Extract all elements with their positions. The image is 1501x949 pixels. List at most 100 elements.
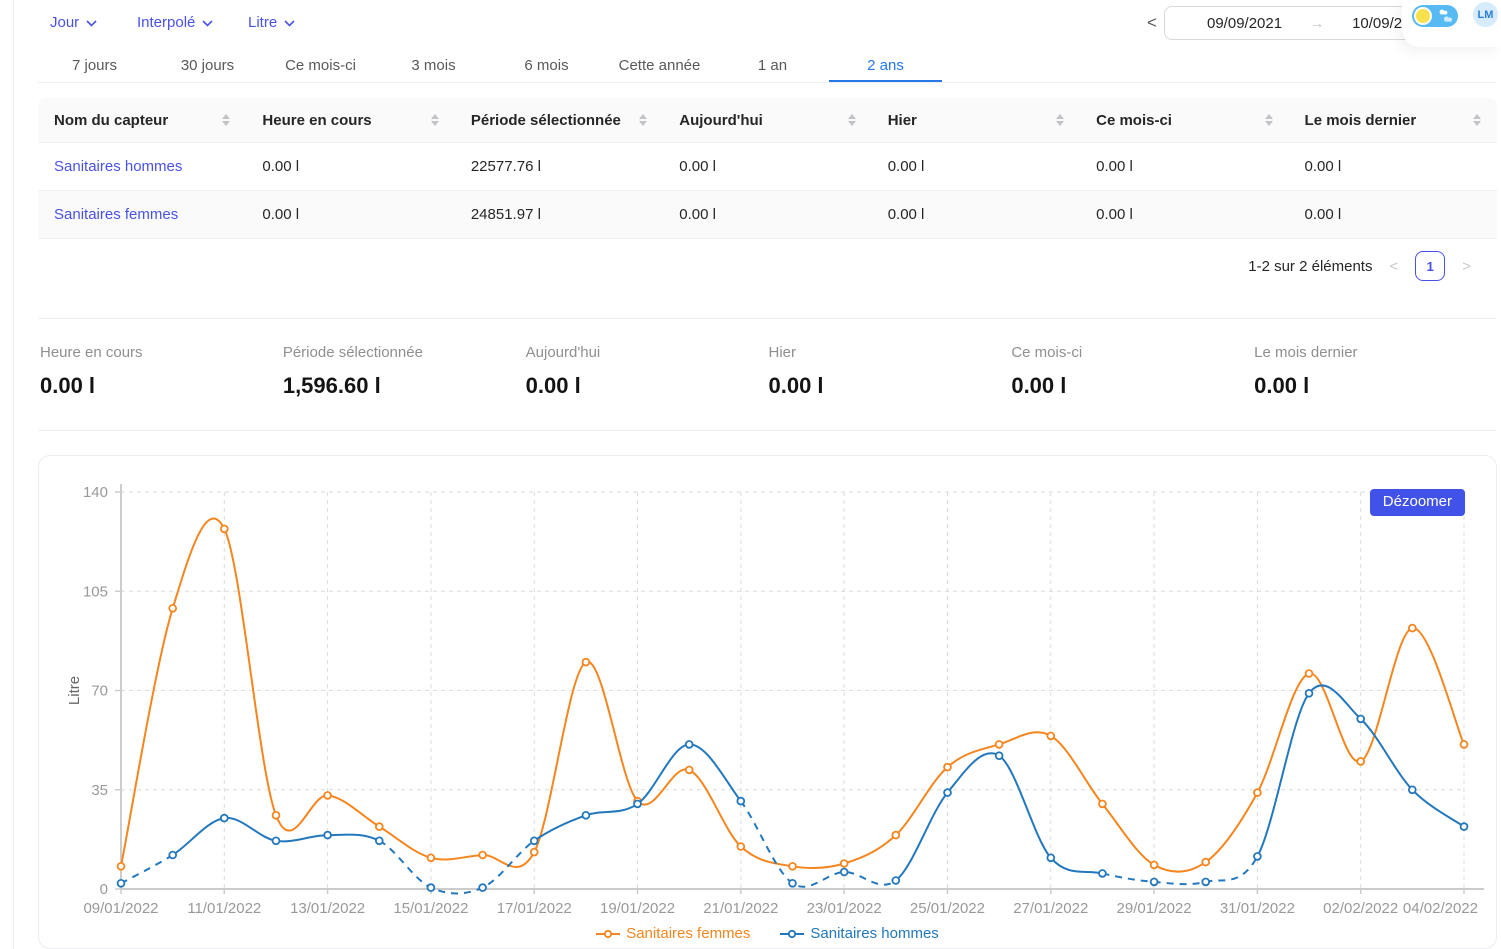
x-tick-label: 04/02/2022 xyxy=(1403,900,1478,917)
column-header-label: Aujourd'hui xyxy=(679,112,763,129)
pagination-prev-icon[interactable]: < xyxy=(1387,258,1400,275)
pagination: 1-2 sur 2 éléments < 1 > xyxy=(1248,249,1473,283)
sort-icon[interactable] xyxy=(1473,114,1481,126)
legend-marker-icon xyxy=(596,929,620,939)
previous-period-button[interactable]: < xyxy=(1141,11,1163,35)
sort-icon[interactable] xyxy=(848,114,856,126)
stat-value: 0.00 l xyxy=(526,373,769,399)
table-row: Sanitaires femmes0.00 l24851.97 l0.00 l0… xyxy=(38,191,1497,239)
consumption-line-chart[interactable]: 0357010514009/01/202211/01/202213/01/202… xyxy=(39,456,1496,948)
granularity-dropdown[interactable]: Jour xyxy=(50,14,97,31)
stat-value: 0.00 l xyxy=(1011,373,1254,399)
granularity-dropdown-label: Jour xyxy=(50,14,79,31)
stat-le-mois-dernier: Le mois dernier0.00 l xyxy=(1254,344,1497,399)
table-cell: 0.00 l xyxy=(663,191,871,239)
cloud-icon xyxy=(1436,8,1454,29)
sensor-link-sanitaires-femmes[interactable]: Sanitaires femmes xyxy=(38,191,246,239)
sort-icon[interactable] xyxy=(639,114,647,126)
column-header-label: Ce mois-ci xyxy=(1096,112,1172,129)
stat-p-riode-s-lectionn-e: Période sélectionnée1,596.60 l xyxy=(283,344,526,399)
column-header-label: Hier xyxy=(888,112,917,129)
chart-legend: Sanitaires femmes Sanitaires hommes xyxy=(39,925,1496,942)
dezoom-button[interactable]: Dézoomer xyxy=(1370,489,1465,516)
divider xyxy=(38,430,1497,431)
table-cell: 0.00 l xyxy=(872,191,1080,239)
series-sanitaires-femmes xyxy=(118,518,1468,871)
y-axis-title: Litre xyxy=(66,676,83,705)
x-tick-label: 02/02/2022 xyxy=(1323,900,1398,917)
stat-label: Aujourd'hui xyxy=(526,344,769,361)
x-tick-label: 23/01/2022 xyxy=(807,900,882,917)
period-tabs: 7 jours30 joursCe mois-ci3 mois6 moisCet… xyxy=(38,52,1497,83)
table-cell: 0.00 l xyxy=(1289,143,1497,191)
stat-label: Heure en cours xyxy=(40,344,283,361)
table-cell: 22577.76 l xyxy=(455,143,663,191)
x-tick-label: 09/01/2022 xyxy=(83,900,158,917)
pagination-page-1[interactable]: 1 xyxy=(1415,251,1445,281)
column-header-heure-en-cours: Heure en cours xyxy=(246,98,454,143)
x-tick-label: 13/01/2022 xyxy=(290,900,365,917)
legend-item-sanitaires-hommes[interactable]: Sanitaires hommes xyxy=(780,925,938,942)
sort-icon[interactable] xyxy=(431,114,439,126)
x-tick-label: 27/01/2022 xyxy=(1013,900,1088,917)
unit-dropdown[interactable]: Litre xyxy=(248,14,295,31)
tab-1-an[interactable]: 1 an xyxy=(716,52,829,82)
stat-value: 0.00 l xyxy=(768,373,1011,399)
theme-toggle[interactable] xyxy=(1412,5,1458,27)
theme-toggle-card: LM xyxy=(1402,0,1501,47)
pagination-next-icon[interactable]: > xyxy=(1460,258,1473,275)
date-range-start: 09/09/2021 xyxy=(1207,15,1282,32)
x-tick-label: 15/01/2022 xyxy=(393,900,468,917)
sort-icon[interactable] xyxy=(1056,114,1064,126)
legend-marker-icon xyxy=(780,929,804,939)
dashboard-page: Jour Interpolé Litre < 09/09/2021 → 10/0… xyxy=(0,0,1501,949)
tab-ce-mois-ci[interactable]: Ce mois-ci xyxy=(264,52,377,82)
legend-label: Sanitaires hommes xyxy=(810,925,938,942)
column-header-label: Le mois dernier xyxy=(1305,112,1417,129)
y-tick-label: 70 xyxy=(91,683,108,700)
x-tick-label: 29/01/2022 xyxy=(1117,900,1192,917)
table-cell: 0.00 l xyxy=(663,143,871,191)
toolbar: Jour Interpolé Litre < 09/09/2021 → 10/0… xyxy=(38,0,1501,48)
x-tick-label: 31/01/2022 xyxy=(1220,900,1295,917)
sensor-link-sanitaires-hommes[interactable]: Sanitaires hommes xyxy=(38,143,246,191)
tab-2-ans[interactable]: 2 ans xyxy=(829,52,942,82)
table-row: Sanitaires hommes0.00 l22577.76 l0.00 l0… xyxy=(38,143,1497,191)
x-tick-label: 17/01/2022 xyxy=(497,900,572,917)
sun-icon xyxy=(1414,7,1432,25)
y-tick-label: 35 xyxy=(91,782,108,799)
pagination-summary: 1-2 sur 2 éléments xyxy=(1248,258,1372,275)
table-cell: 0.00 l xyxy=(246,143,454,191)
sort-icon[interactable] xyxy=(1265,114,1273,126)
sort-icon[interactable] xyxy=(222,114,230,126)
table-cell: 0.00 l xyxy=(1080,191,1288,239)
column-header-ce-mois-ci: Ce mois-ci xyxy=(1080,98,1288,143)
table-cell: 0.00 l xyxy=(1289,191,1497,239)
column-header-label: Heure en cours xyxy=(262,112,371,129)
tab-6-mois[interactable]: 6 mois xyxy=(490,52,603,82)
chevron-down-icon xyxy=(86,14,97,31)
summary-stats: Heure en cours0.00 lPériode sélectionnée… xyxy=(40,344,1497,399)
interpolation-dropdown[interactable]: Interpolé xyxy=(137,14,213,31)
column-header-p-riode-s-lectionn-e: Période sélectionnée xyxy=(455,98,663,143)
x-tick-label: 19/01/2022 xyxy=(600,900,675,917)
x-tick-label: 25/01/2022 xyxy=(910,900,985,917)
tab-3-mois[interactable]: 3 mois xyxy=(377,52,490,82)
x-tick-label: 11/01/2022 xyxy=(187,900,261,917)
x-tick-label: 21/01/2022 xyxy=(703,900,778,917)
panel-left-border xyxy=(13,0,14,949)
column-header-le-mois-dernier: Le mois dernier xyxy=(1289,98,1497,143)
tab-7-jours[interactable]: 7 jours xyxy=(38,52,151,82)
user-avatar[interactable]: LM xyxy=(1473,2,1498,27)
consumption-chart-card: Dézoomer 0357010514009/01/202211/01/2022… xyxy=(38,455,1497,949)
tab-30-jours[interactable]: 30 jours xyxy=(151,52,264,82)
tab-cette-ann-e[interactable]: Cette année xyxy=(603,52,716,82)
stat-label: Période sélectionnée xyxy=(283,344,526,361)
legend-label: Sanitaires femmes xyxy=(626,925,750,942)
stat-value: 0.00 l xyxy=(40,373,283,399)
legend-item-sanitaires-femmes[interactable]: Sanitaires femmes xyxy=(596,925,750,942)
column-header-nom-du-capteur: Nom du capteur xyxy=(38,98,246,143)
divider xyxy=(38,318,1497,319)
sensors-table-wrap: Nom du capteur Heure en cours Période séle… xyxy=(38,98,1497,239)
stat-label: Le mois dernier xyxy=(1254,344,1497,361)
